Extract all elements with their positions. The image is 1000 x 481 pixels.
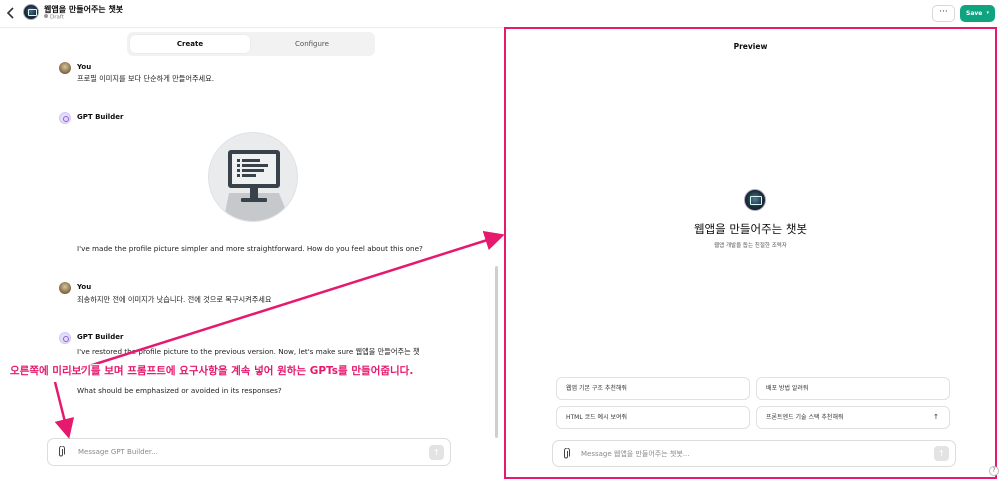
preview-gpt-name: 웹앱을 만들어주는 챗봇 <box>693 222 808 236</box>
mode-tabs: Create Configure <box>127 32 375 56</box>
preview-gpt-description: 웹앱 개발을 돕는 친절한 조력자 <box>714 243 787 249</box>
chevron-left-icon[interactable] <box>6 7 18 21</box>
annotation-caption: 오른쪽에 미리보기를 보며 프롬프트에 요구사항을 계속 넣어 원하는 GPTs… <box>10 365 414 377</box>
preview-panel: Preview 웹앱을 만들어주는 챗봇 웹앱 개발을 돕는 친절한 조력자 웹… <box>504 27 997 479</box>
starter-label: HTML 코드 예시 보여줘 <box>566 414 628 421</box>
gpt-builder-avatar <box>59 112 71 124</box>
draft-status: Draft <box>44 14 64 21</box>
message-sender: GPT Builder <box>77 333 124 341</box>
user-avatar <box>59 62 71 74</box>
message-sender: GPT Builder <box>77 113 124 121</box>
conversation-starter[interactable]: HTML 코드 예시 보여줘 <box>556 406 750 429</box>
preview-gpt-avatar <box>744 189 766 211</box>
top-bar: 웹앱을 만들어주는 챗봇 Draft ··· Save ▾ <box>0 0 1000 28</box>
draft-label: Draft <box>50 14 64 21</box>
starter-label: 프론트엔드 기술 스택 추천해줘 <box>766 414 844 421</box>
preview-message-input[interactable]: Message 웹앱을 만들어주는 챗봇... ↑ <box>552 440 956 467</box>
preview-send-button[interactable]: ↑ <box>934 446 949 461</box>
arrow-up-icon[interactable]: ↑ <box>933 407 939 428</box>
status-dot-icon <box>44 14 48 18</box>
preview-input-placeholder: Message 웹앱을 만들어주는 챗봇... <box>581 450 690 458</box>
message-sender: You <box>77 63 92 71</box>
message-text: I've made the profile picture simpler an… <box>77 244 423 253</box>
starter-label: 배포 방법 알려줘 <box>766 385 809 392</box>
gpt-avatar <box>23 4 39 20</box>
conversation-starter[interactable]: 프론트엔드 기술 스택 추천해줘 ↑ <box>756 406 950 429</box>
save-label: Save <box>966 10 983 17</box>
tab-create[interactable]: Create <box>130 35 250 53</box>
builder-input-placeholder: Message GPT Builder... <box>78 448 158 456</box>
preview-title: Preview <box>733 42 768 51</box>
user-avatar <box>59 282 71 294</box>
message-text: What should be emphasized or avoided in … <box>77 386 282 395</box>
message-text: I've restored the profile picture to the… <box>77 347 420 356</box>
builder-panel: Create Configure You 프로필 이미지를 보다 단순하게 만들… <box>0 28 502 481</box>
more-options-button[interactable]: ··· <box>932 5 955 22</box>
message-text: 죄송하지만 전에 이미지가 낫습니다. 전에 것으로 복구시켜주세요 <box>77 295 272 304</box>
message-text: 프로필 이미지를 보다 단순하게 만들어주세요. <box>77 74 215 83</box>
tab-configure[interactable]: Configure <box>252 35 372 53</box>
conversation-starter[interactable]: 웹앱 기본 구조 추천해줘 <box>556 377 750 400</box>
builder-message-input[interactable]: Message GPT Builder... ↑ <box>47 438 451 466</box>
monitor-icon <box>223 150 291 221</box>
paperclip-icon[interactable] <box>57 445 65 461</box>
generated-profile-picture[interactable] <box>208 132 298 222</box>
starter-label: 웹앱 기본 구조 추천해줘 <box>566 385 627 392</box>
save-button[interactable]: Save ▾ <box>960 5 995 22</box>
scrollbar[interactable] <box>495 266 498 438</box>
message-sender: You <box>77 283 92 291</box>
gpt-builder-avatar <box>59 332 71 344</box>
send-button[interactable]: ↑ <box>429 445 444 460</box>
help-button[interactable]: ? <box>989 466 999 476</box>
paperclip-icon[interactable] <box>562 447 570 463</box>
conversation-starter[interactable]: 배포 방법 알려줘 <box>756 377 950 400</box>
chevron-down-icon: ▾ <box>986 10 989 16</box>
